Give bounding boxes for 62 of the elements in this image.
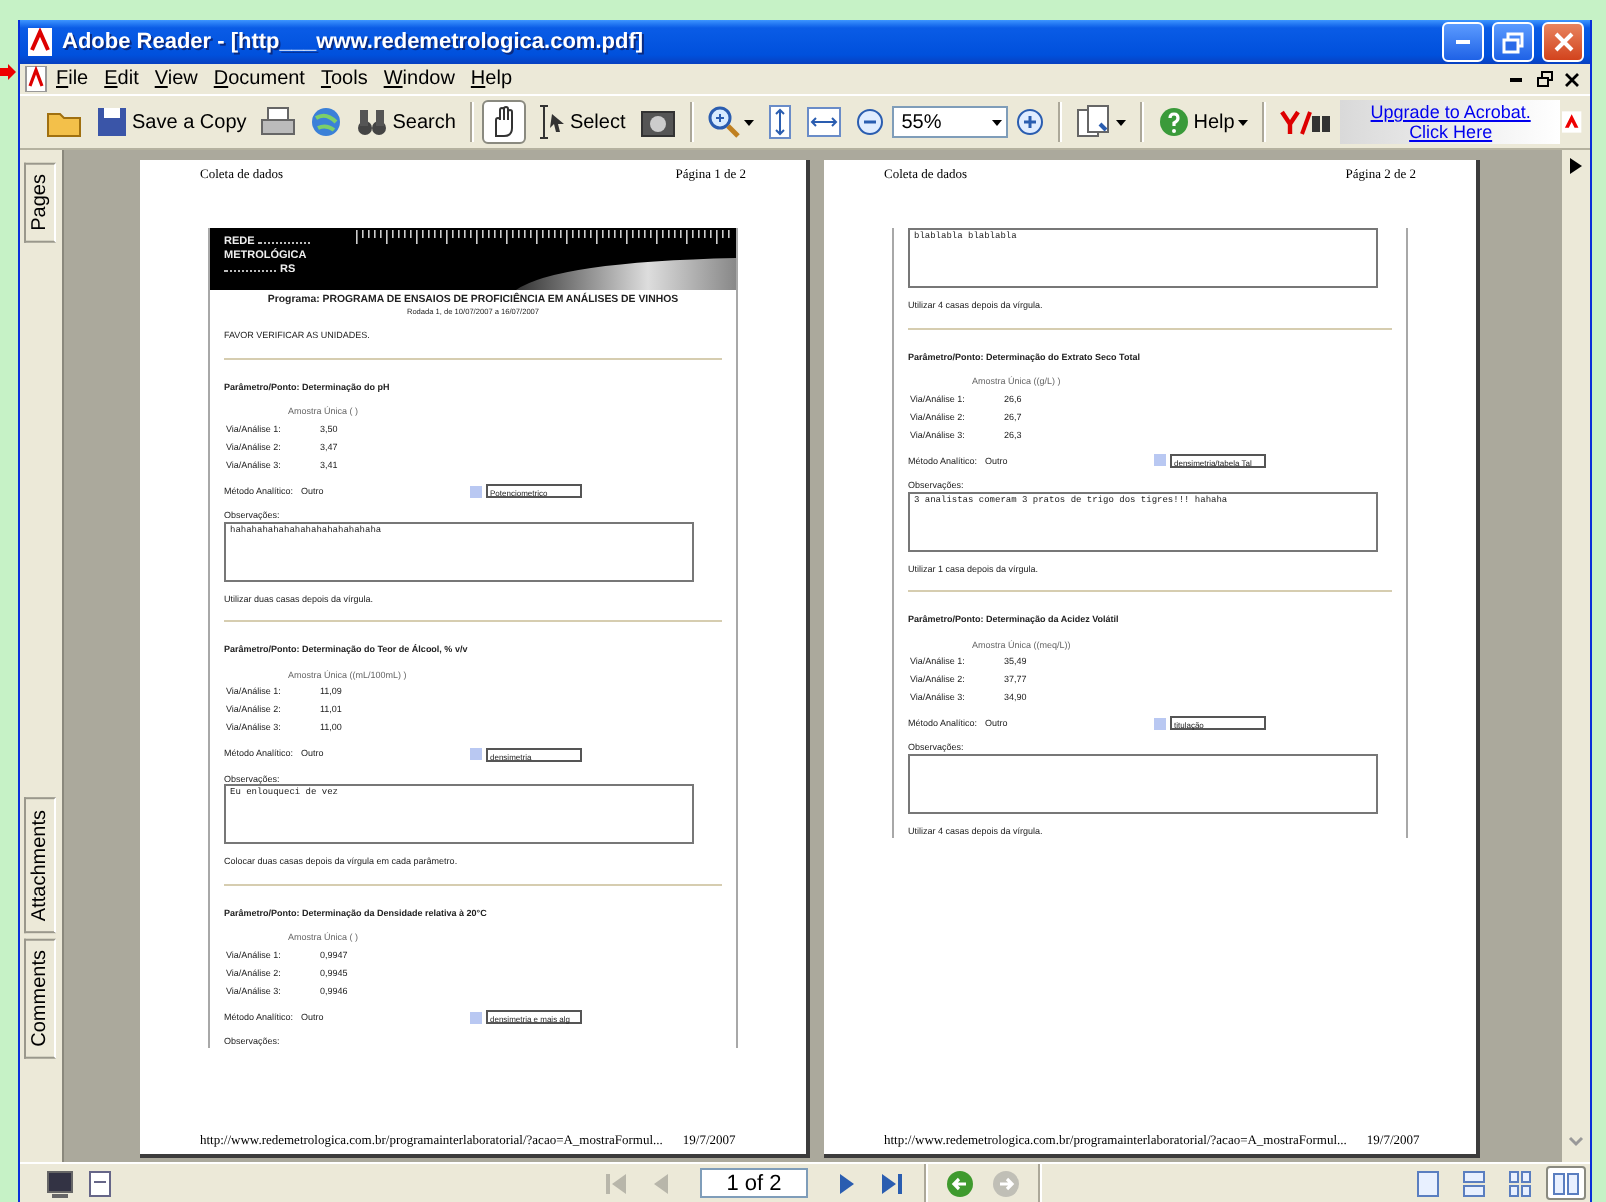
camera-icon [639,106,676,138]
help-button[interactable]: Help [1151,100,1255,144]
printer-icon [260,106,297,138]
caret-icon [1115,119,1126,125]
marker-square [1154,454,1166,467]
close-icon [1564,71,1580,87]
arrow-icon [0,64,16,80]
caret-icon [743,119,754,125]
single-page-icon [1416,1169,1440,1197]
next-page-icon [834,1171,858,1195]
triangle-icon [1570,158,1582,174]
fit-page-icon [767,104,792,140]
hand-tool-button[interactable] [481,100,526,144]
monitor-icon [46,1169,74,1197]
zoom-in-icon [707,106,740,138]
side-tab[interactable]: Comments [24,937,56,1058]
zoom-field[interactable]: 55% [891,106,1008,138]
previous-page-icon [650,1171,674,1195]
pages-icon [1075,104,1112,140]
menu-item[interactable]: Tools [312,68,376,90]
fit-width-icon [805,106,842,138]
plus-icon [1015,108,1044,136]
first-page-icon [604,1171,628,1195]
grid-pages-icon [1508,1169,1532,1197]
logo-icon [1280,108,1333,136]
last-page-icon [880,1171,904,1195]
pdf-icon [26,28,54,56]
menu-item[interactable]: Edit [96,68,147,90]
menu-item[interactable]: Document [205,68,313,90]
marker-square [1154,717,1166,730]
upgrade-link[interactable]: Upgrade to Acrobat. [1370,102,1531,122]
marker-square [470,748,482,761]
upgrade-link[interactable]: Click Here [1409,122,1493,142]
select-tool-button[interactable]: Select [527,100,632,144]
menu-item[interactable]: Window [375,68,463,90]
page-layout-button[interactable] [1546,1166,1586,1200]
window-title: Adobe Reader - [http___www.redemetrologica.com.pdf] [62,30,646,54]
two-pages-icon [1552,1169,1580,1197]
help-icon [1157,106,1190,138]
chevron-down-icon [1568,1135,1584,1147]
search-button[interactable]: Search [350,100,462,144]
continuous-page-icon [1462,1169,1486,1197]
caret-icon [1238,119,1249,125]
globe-icon [310,106,343,138]
binoculars-icon [356,106,389,138]
caret-icon [991,119,1002,125]
minimize-icon [1456,40,1470,44]
menu-item[interactable]: File [48,68,97,90]
save-copy-button[interactable]: Save a Copy [90,100,253,144]
marker-square [470,1011,482,1024]
side-tab[interactable]: Pages [24,162,56,243]
marker-square [470,485,482,498]
restore-icon [1502,31,1524,53]
restore-icon [1535,70,1553,88]
menu-item[interactable]: View [146,68,206,90]
close-icon [1553,32,1573,52]
minimize-icon [1510,77,1522,81]
document-icon [88,1169,112,1197]
side-tab[interactable]: Attachments [24,798,56,934]
menu-item[interactable]: Help [462,68,521,90]
minus-icon [855,108,884,136]
page-number-field[interactable]: 1 of 2 [700,1168,808,1198]
